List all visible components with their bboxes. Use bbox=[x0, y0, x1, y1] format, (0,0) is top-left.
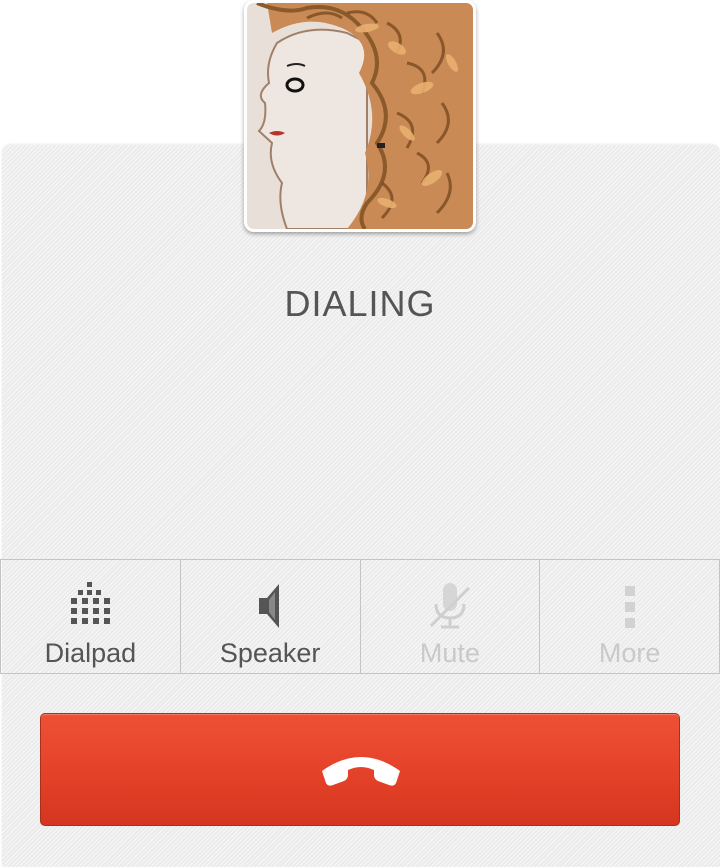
mute-icon bbox=[429, 583, 470, 629]
mute-button[interactable]: Mute bbox=[361, 560, 541, 673]
more-button[interactable]: More bbox=[540, 560, 720, 673]
speaker-label: Speaker bbox=[219, 638, 321, 668]
call-controls: Dialpad Speaker Mute More bbox=[0, 559, 720, 674]
speaker-icon bbox=[259, 584, 280, 628]
mute-label: Mute bbox=[419, 638, 480, 668]
end-call-icon bbox=[322, 757, 400, 786]
more-label: More bbox=[598, 638, 661, 668]
in-call-screen: DIALING Dialpad Speaker Mute More bbox=[0, 0, 720, 867]
end-call-button[interactable] bbox=[40, 713, 680, 826]
call-status: DIALING bbox=[284, 283, 436, 324]
speaker-button[interactable]: Speaker bbox=[181, 560, 361, 673]
dialpad-icon bbox=[71, 582, 111, 624]
contact-photo bbox=[244, 0, 476, 232]
dialpad-button[interactable]: Dialpad bbox=[0, 560, 181, 673]
dialpad-label: Dialpad bbox=[44, 638, 137, 668]
more-icon bbox=[624, 586, 635, 628]
